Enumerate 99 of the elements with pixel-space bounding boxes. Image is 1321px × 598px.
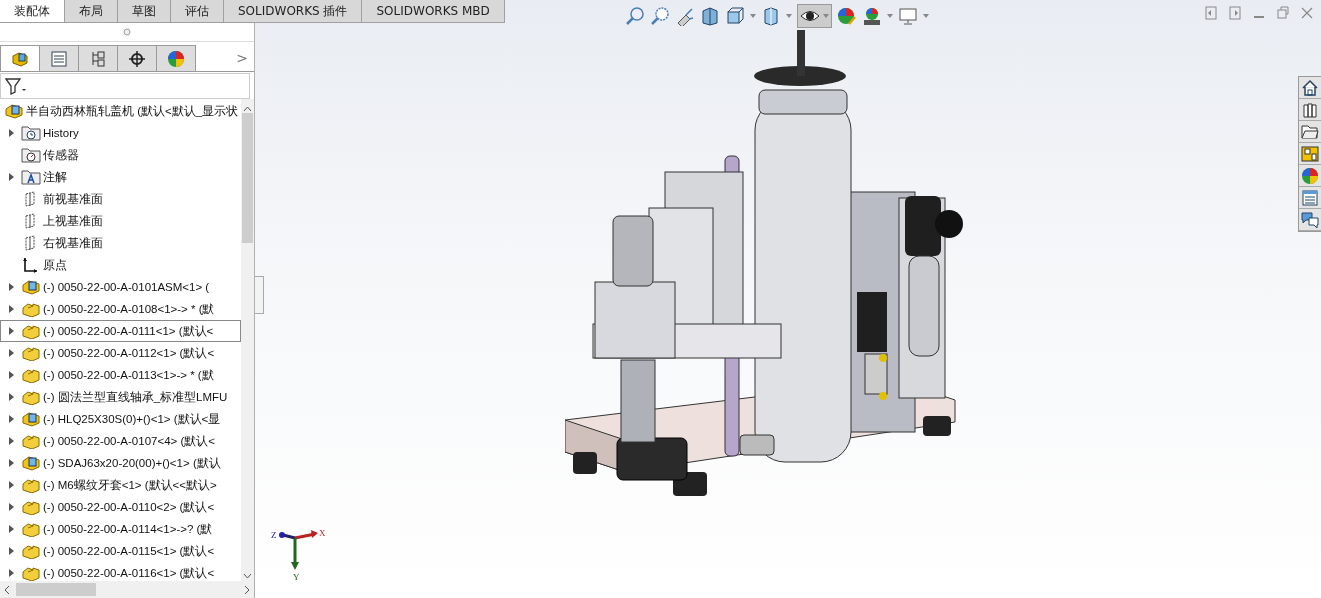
expand-arrow-icon[interactable] [8, 547, 14, 555]
tree-item[interactable]: (-) HLQ25X30S(0)+()<1> (默认<显 [0, 408, 241, 430]
expand-arrow-icon[interactable] [8, 525, 14, 533]
coordinate-triad-drawing: X Y Z [271, 528, 326, 582]
part-icon [21, 477, 41, 493]
expand-arrow-icon[interactable] [8, 173, 14, 181]
part-icon [21, 389, 41, 405]
part-icon [21, 565, 41, 581]
tree-item[interactable]: (-) 0050-22-00-A-0101ASM<1> ( [0, 276, 241, 298]
task-pane-tab[interactable] [1299, 99, 1321, 121]
folder-icon [1301, 122, 1319, 141]
tree-item[interactable]: (-) 0050-22-00-A-0116<1> (默认< [0, 562, 241, 581]
edit-appearance-icon[interactable] [837, 6, 857, 26]
tree-item[interactable]: History [0, 122, 241, 144]
grip-icon[interactable] [123, 28, 131, 36]
view-orientation-icon[interactable] [725, 6, 745, 26]
tree-item[interactable]: 原点 [0, 254, 241, 276]
history-folder-icon [21, 125, 41, 141]
subassembly-icon [4, 103, 24, 119]
expand-arrow-icon[interactable] [8, 569, 14, 577]
tile-left-icon[interactable] [1205, 6, 1217, 20]
annotation-folder-icon [21, 169, 41, 185]
expand-arrow-icon[interactable] [8, 415, 14, 423]
panel-collapse-handle[interactable] [255, 276, 264, 314]
tree-item[interactable]: (-) M6螺纹牙套<1> (默认<<默认> [0, 474, 241, 496]
part-icon [21, 345, 41, 361]
task-pane-tab[interactable] [1299, 209, 1321, 231]
tree-item[interactable]: (-) 0050-22-00-A-0110<2> (默认< [0, 496, 241, 518]
subassembly-icon [21, 455, 41, 471]
task-pane-tab[interactable] [1299, 143, 1321, 165]
filter-icon[interactable] [5, 77, 27, 95]
part-icon [21, 367, 41, 383]
color-ball-icon [1301, 166, 1319, 185]
tree-item[interactable]: (-) 0050-22-00-A-0112<1> (默认< [0, 342, 241, 364]
part-icon [21, 499, 41, 515]
command-tab[interactable]: 装配体 [0, 0, 65, 22]
zoom-area-icon[interactable] [650, 6, 670, 26]
part-icon [21, 543, 41, 559]
tree-item[interactable]: 右视基准面 [0, 232, 241, 254]
tree-item[interactable]: (-) 0050-22-00-A-0114<1>->? (默 [0, 518, 241, 540]
expand-arrow-icon[interactable] [8, 393, 14, 401]
view-palette-icon [1301, 144, 1319, 163]
tree-item[interactable]: 传感器 [0, 144, 241, 166]
tree-item[interactable]: 上视基准面 [0, 210, 241, 232]
display-style-icon[interactable] [761, 6, 781, 26]
part-icon [21, 521, 41, 537]
list-icon [1301, 188, 1319, 207]
flashlight-icon[interactable] [675, 6, 695, 26]
expand-arrow-icon[interactable] [8, 349, 14, 357]
expand-arrow-icon[interactable] [8, 305, 14, 313]
tree-item[interactable]: (-) 0050-22-00-A-0113<1>-> * (默 [0, 364, 241, 386]
tree-root[interactable]: 半自动西林瓶轧盖机 (默认<默认_显示状 [0, 100, 241, 122]
crosshair-icon [128, 49, 146, 68]
tree-item[interactable]: 前视基准面 [0, 188, 241, 210]
tile-right-icon[interactable] [1229, 6, 1241, 20]
expand-arrow-icon[interactable] [8, 459, 14, 467]
expand-arrow-icon[interactable] [8, 283, 14, 291]
configuration-icon [89, 49, 107, 68]
expand-arrow-icon[interactable] [8, 327, 14, 335]
tree-item[interactable]: 注解 [0, 166, 241, 188]
caret-icon[interactable] [887, 14, 893, 18]
scene-icon[interactable] [862, 6, 882, 26]
task-pane-tab[interactable] [1299, 121, 1321, 143]
task-pane-tab[interactable] [1299, 77, 1321, 99]
tree-item[interactable]: (-) 0050-22-00-A-0107<4> (默认< [0, 430, 241, 452]
part-icon [21, 323, 41, 339]
tree-item[interactable]: (-) 0050-22-00-A-0115<1> (默认< [0, 540, 241, 562]
more-tabs-arrow[interactable]: > [236, 50, 248, 66]
list-icon [50, 49, 68, 68]
zoom-to-fit-icon[interactable] [625, 6, 645, 26]
caret-icon[interactable] [750, 14, 756, 18]
section-view-icon[interactable] [700, 6, 720, 26]
part-icon [21, 301, 41, 317]
home-icon [1301, 78, 1319, 97]
scrollbar-thumb[interactable] [16, 583, 96, 596]
tree-item[interactable]: (-) SDAJ63x20-20(00)+()<1> (默认 [0, 452, 241, 474]
expand-arrow-icon[interactable] [8, 503, 14, 511]
expand-arrow-icon[interactable] [8, 371, 14, 379]
tree-item[interactable]: (-) 0050-22-00-A-0108<1>-> * (默 [0, 298, 241, 320]
color-ball-icon [167, 49, 185, 68]
caret-icon[interactable] [786, 14, 792, 18]
assembly-icon [11, 49, 29, 68]
subassembly-icon [21, 411, 41, 427]
monitor-icon[interactable] [898, 6, 918, 26]
caret-icon[interactable] [923, 14, 929, 18]
tree-item[interactable]: (-) 圆法兰型直线轴承_标准型LMFU [0, 386, 241, 408]
sensor-folder-icon [21, 147, 41, 163]
subassembly-icon [21, 279, 41, 295]
task-pane-tab[interactable] [1299, 165, 1321, 187]
tree-item[interactable]: (-) 0050-22-00-A-0111<1> (默认< [0, 320, 241, 342]
panel-tab[interactable] [117, 45, 157, 71]
expand-arrow-icon[interactable] [8, 437, 14, 445]
expand-arrow-icon[interactable] [8, 481, 14, 489]
part-icon [21, 433, 41, 449]
expand-arrow-icon[interactable] [8, 129, 14, 137]
books-icon [1301, 100, 1319, 119]
chat-bubbles-icon [1301, 210, 1319, 229]
scrollbar-thumb[interactable] [242, 113, 253, 243]
close-icon[interactable] [1301, 6, 1313, 20]
